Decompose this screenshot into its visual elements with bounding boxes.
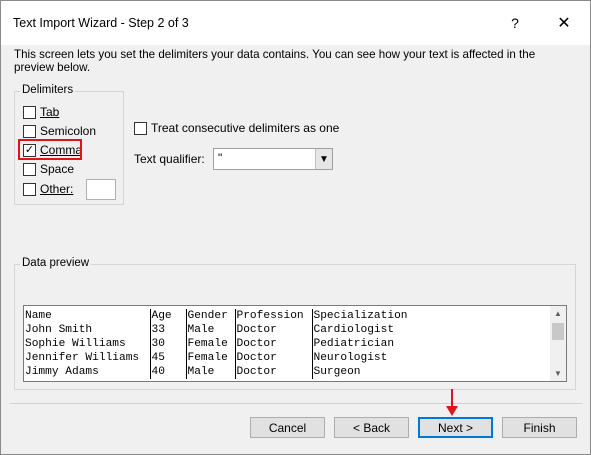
table-row: Name Age Gender Profession Specialization xyxy=(24,309,550,323)
table-cell: Female xyxy=(186,337,236,351)
data-preview-group-label: Data preview xyxy=(20,257,92,269)
next-button-label: Next > xyxy=(437,420,473,435)
table-cell: Jimmy Adams xyxy=(24,365,151,379)
close-icon: ✕ xyxy=(557,15,571,32)
consecutive-delimiters-option[interactable]: Treat consecutive delimiters as one xyxy=(134,121,339,135)
table-cell: Doctor xyxy=(235,351,313,365)
instruction-text: This screen lets you set the delimiters … xyxy=(14,48,536,74)
tab-label: Tab xyxy=(40,105,60,119)
table-cell: Age xyxy=(150,309,187,323)
question-mark-icon: ? xyxy=(511,15,519,31)
consecutive-delimiters-checkbox[interactable] xyxy=(134,121,147,135)
table-cell: 30 xyxy=(150,337,187,351)
cancel-button[interactable]: Cancel xyxy=(250,417,325,438)
table-cell: Female xyxy=(186,351,236,365)
tab-option[interactable]: Tab xyxy=(23,104,59,120)
table-cell: Gender xyxy=(186,309,236,323)
data-preview-pane[interactable]: Name Age Gender Profession Specialization Joh… xyxy=(23,305,567,382)
table-row: Jennifer Williams 45 Female Doctor Neurologi… xyxy=(24,351,550,365)
chevron-down-icon[interactable]: ▼ xyxy=(315,149,332,169)
other-delimiter-input[interactable] xyxy=(86,179,116,200)
scroll-down-icon[interactable]: ▼ xyxy=(550,366,566,381)
table-row: John Smith 33 Male Doctor Cardiologist xyxy=(24,323,550,337)
table-cell: Pediatrician xyxy=(313,338,395,350)
table-row: Sophie Williams 30 Female Doctor Pediatricia… xyxy=(24,337,550,351)
table-cell: Profession xyxy=(235,309,313,323)
help-button[interactable]: ? xyxy=(492,1,538,45)
back-button[interactable]: < Back xyxy=(334,417,409,438)
table-cell: John Smith xyxy=(24,323,151,337)
data-preview-table: Name Age Gender Profession Specialization Joh… xyxy=(24,309,550,379)
other-option[interactable]: Other: xyxy=(23,181,73,197)
button-separator xyxy=(10,403,582,404)
window-title: Text Import Wizard - Step 2 of 3 xyxy=(13,16,189,30)
finish-button[interactable]: Finish xyxy=(502,417,577,438)
text-qualifier-select[interactable]: " ▼ xyxy=(213,148,333,170)
scrollbar-thumb[interactable] xyxy=(552,323,564,340)
delimiters-group-label: Delimiters xyxy=(20,84,76,96)
text-qualifier-value: " xyxy=(218,151,223,165)
semicolon-checkbox[interactable] xyxy=(23,124,36,138)
text-qualifier-label: Text qualifier: xyxy=(134,152,205,166)
table-cell: 33 xyxy=(150,323,187,337)
next-button[interactable]: Next > xyxy=(418,417,493,438)
table-cell: Doctor xyxy=(235,323,313,337)
table-cell: Specialization xyxy=(313,310,408,322)
space-checkbox[interactable] xyxy=(23,162,36,176)
table-cell: Neurologist xyxy=(313,352,388,364)
space-label: Space xyxy=(40,162,75,176)
scroll-up-icon[interactable]: ▲ xyxy=(550,306,566,321)
table-cell: Male xyxy=(186,365,236,379)
space-option[interactable]: Space xyxy=(23,161,74,177)
table-cell: Name xyxy=(24,309,151,323)
preview-vertical-scrollbar[interactable]: ▲ ▼ xyxy=(550,305,567,382)
other-label: Other: xyxy=(40,182,74,196)
title-bar: Text Import Wizard - Step 2 of 3 ? ✕ xyxy=(1,1,590,45)
red-arrow-icon xyxy=(446,389,458,416)
cancel-button-label: Cancel xyxy=(268,420,307,435)
close-button[interactable]: ✕ xyxy=(541,1,587,45)
table-cell: Male xyxy=(186,323,236,337)
table-cell: 40 xyxy=(150,365,187,379)
back-button-label: < Back xyxy=(352,420,391,435)
table-cell: Sophie Williams xyxy=(24,337,151,351)
table-cell: Doctor xyxy=(235,365,313,379)
comma-highlight-box xyxy=(18,139,82,160)
semicolon-option[interactable]: Semicolon xyxy=(23,123,96,139)
other-checkbox[interactable] xyxy=(23,182,36,196)
table-row: Jimmy Adams 40 Male Doctor Surgeon xyxy=(24,365,550,379)
tab-checkbox[interactable] xyxy=(23,105,36,119)
table-cell: Jennifer Williams xyxy=(24,351,151,365)
finish-button-label: Finish xyxy=(523,420,556,435)
table-cell: Surgeon xyxy=(313,366,361,378)
table-cell: Cardiologist xyxy=(313,324,395,336)
consecutive-delimiters-label: Treat consecutive delimiters as one xyxy=(151,121,340,135)
semicolon-label: Semicolon xyxy=(40,124,97,138)
text-import-wizard-dialog: Text Import Wizard - Step 2 of 3 ? ✕ Thi… xyxy=(0,0,591,455)
table-cell: 45 xyxy=(150,351,187,365)
table-cell: Doctor xyxy=(235,337,313,351)
